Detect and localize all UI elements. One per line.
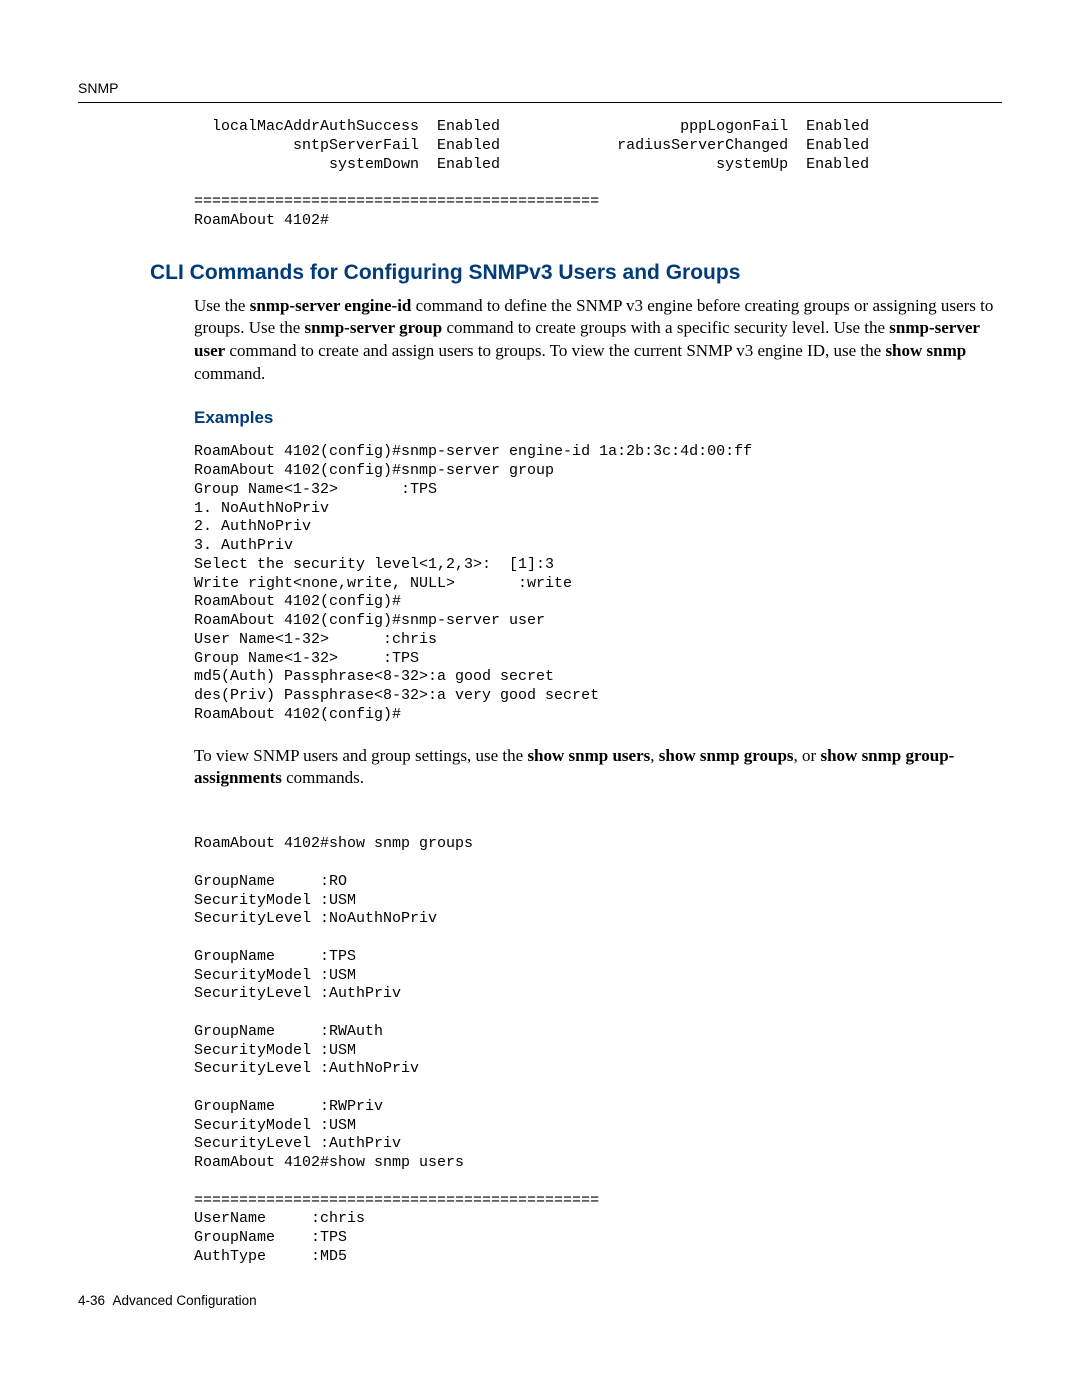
footer-section-label: Advanced Configuration xyxy=(113,1293,257,1308)
page-number: 4-36 xyxy=(78,1293,105,1308)
examples-heading: Examples xyxy=(194,408,1002,428)
page-footer: 4-36 Advanced Configuration xyxy=(78,1293,1002,1308)
header-rule xyxy=(78,102,1002,103)
intro-paragraph-wrapper: Use the snmp-server engine-id command to… xyxy=(194,295,1002,387)
middle-paragraph: To view SNMP users and group settings, u… xyxy=(194,745,1002,791)
examples-block: Examples RoamAbout 4102(config)#snmp-ser… xyxy=(194,408,1002,1266)
page-container: SNMP localMacAddrAuthSuccess Enabled ppp… xyxy=(0,0,1080,1348)
running-head: SNMP xyxy=(78,80,1002,96)
show-output-block: RoamAbout 4102#show snmp groups GroupNam… xyxy=(194,835,1002,1266)
examples-code-block: RoamAbout 4102(config)#snmp-server engin… xyxy=(194,443,1002,724)
section-title: CLI Commands for Configuring SNMPv3 User… xyxy=(150,261,1002,285)
top-code-block: localMacAddrAuthSuccess Enabled pppLogon… xyxy=(194,118,1002,231)
spacer xyxy=(194,800,1002,820)
intro-paragraph: Use the snmp-server engine-id command to… xyxy=(194,295,1002,387)
